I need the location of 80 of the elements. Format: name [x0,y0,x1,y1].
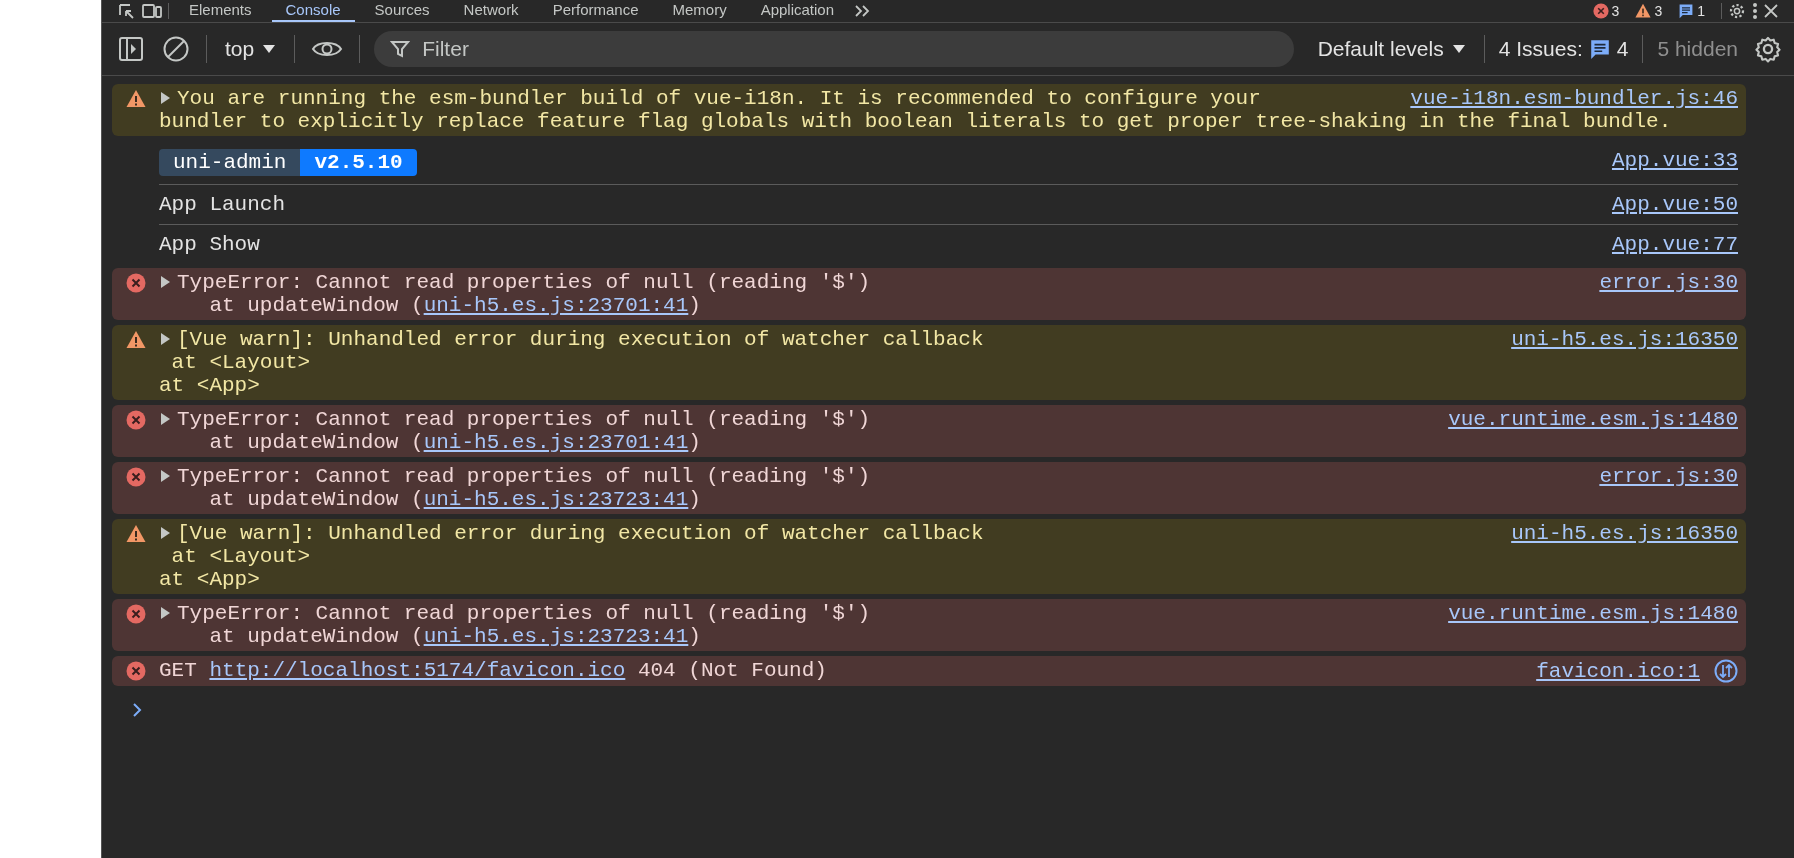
expand-triangle-icon[interactable] [159,606,171,620]
source-link[interactable]: error.js:30 [1599,271,1738,294]
source-link[interactable]: uni-h5.es.js:16350 [1511,522,1738,545]
error-icon [125,467,146,487]
device-toolbar-icon[interactable] [142,3,162,19]
filter-icon [390,39,411,59]
more-options-icon[interactable] [1752,2,1758,20]
expand-triangle-icon[interactable] [159,469,171,483]
panel-tab[interactable]: Elements [175,0,266,22]
stack-link[interactable]: uni-h5.es.js:23701:41 [423,294,689,317]
message-line: TypeError: Cannot read properties of null (reading '$') [159,408,871,431]
panel-tab[interactable]: Memory [658,0,741,22]
log-text: App Show [159,233,260,256]
source-link[interactable]: App.vue:33 [1611,149,1738,172]
stack-link[interactable]: uni-h5.es.js:23723:41 [423,488,689,511]
message-line: TypeError: Cannot read properties of null (reading '$') [159,271,871,294]
source-link[interactable]: error.js:30 [1599,465,1738,488]
message-line: You are running the esm-bundler build of vue-i18n. It is recommended to configure your [159,87,1261,110]
source-link[interactable]: favicon.ico:1 [1536,659,1738,683]
warning-icon [125,330,146,350]
message-line: bundler to explicitly replace feature flag globals with boolean literals to get proper tree-shaking in the final bundle. [159,110,1672,133]
expand-triangle-icon[interactable] [159,275,171,289]
source-link[interactable]: App.vue:77 [1611,233,1738,256]
message-line: GET http://localhost:5174/favicon.ico 404 (Not Found) [159,659,827,682]
hidden-count: 5 hidden [1657,37,1738,61]
message-icon [1588,38,1611,60]
stack-link[interactable]: uni-h5.es.js:23701:41 [423,431,689,454]
warning-icon [125,89,146,109]
message-line: at updateWindow (uni-h5.es.js:23723:41) [208,625,701,648]
message-line: at updateWindow (uni-h5.es.js:23723:41) [208,488,701,511]
message-line: at <Layout> [170,351,311,374]
context-dropdown[interactable]: top [221,37,281,61]
panel-tab[interactable]: Console [271,0,355,22]
network-request-icon[interactable] [1714,659,1738,683]
error-icon [125,604,146,624]
error-icon [125,661,146,681]
expand-triangle-icon[interactable] [159,526,171,540]
panel-tab[interactable]: Sources [360,0,444,22]
filter-field[interactable]: Filter [374,31,1294,67]
source-link[interactable]: uni-h5.es.js:16350 [1511,328,1738,351]
stack-link[interactable]: uni-h5.es.js:23723:41 [423,625,689,648]
message-line: at <App> [159,374,260,397]
warning-icon [125,524,146,544]
message-line: TypeError: Cannot read properties of null (reading '$') [159,465,871,488]
levels-dropdown[interactable]: Default levels [1313,37,1470,61]
message-line: at updateWindow (uni-h5.es.js:23701:41) [208,294,701,317]
sidebar-toggle-icon[interactable] [116,34,146,64]
message-line: at <App> [159,568,260,591]
inspect-icon[interactable] [118,3,136,19]
stack-link[interactable]: http://localhost:5174/favicon.ico [209,659,626,682]
error-icon [125,410,146,430]
message-line: [Vue warn]: Unhandled error during execution of watcher callback [159,522,984,545]
source-link[interactable]: App.vue:50 [1611,193,1738,216]
issues-button[interactable]: 4 Issues: 4 [1498,37,1629,61]
expand-triangle-icon[interactable] [159,332,171,346]
caret-icon [262,44,277,54]
source-link[interactable]: vue.runtime.esm.js:1480 [1448,602,1738,625]
message-line: [Vue warn]: Unhandled error during execution of watcher callback [159,328,984,351]
close-icon[interactable] [1764,4,1778,18]
message-line: at updateWindow (uni-h5.es.js:23701:41) [208,431,701,454]
message-line: TypeError: Cannot read properties of null (reading '$') [159,602,871,625]
issue-count[interactable]: 3 [1635,3,1663,19]
source-link[interactable]: vue.runtime.esm.js:1480 [1448,408,1738,431]
panel-tab[interactable]: Application [746,0,849,22]
source-link[interactable]: vue-i18n.esm-bundler.js:46 [1410,87,1738,110]
settings-icon[interactable] [1728,2,1746,20]
error-icon [125,273,146,293]
log-text: App Launch [159,193,286,216]
expand-triangle-icon[interactable] [159,412,171,426]
issue-count[interactable]: 1 [1678,3,1705,19]
panel-tab[interactable]: Performance [538,0,653,22]
warning-icon [1635,3,1652,19]
error-icon [1592,3,1609,19]
panel-tab[interactable]: Network [449,0,533,22]
message-icon [1678,3,1695,19]
prompt-chevron-icon [132,702,142,718]
expand-triangle-icon[interactable] [159,91,171,105]
caret-icon [1451,44,1466,54]
issue-count[interactable]: 3 [1592,3,1620,19]
message-line: at <Layout> [170,545,311,568]
